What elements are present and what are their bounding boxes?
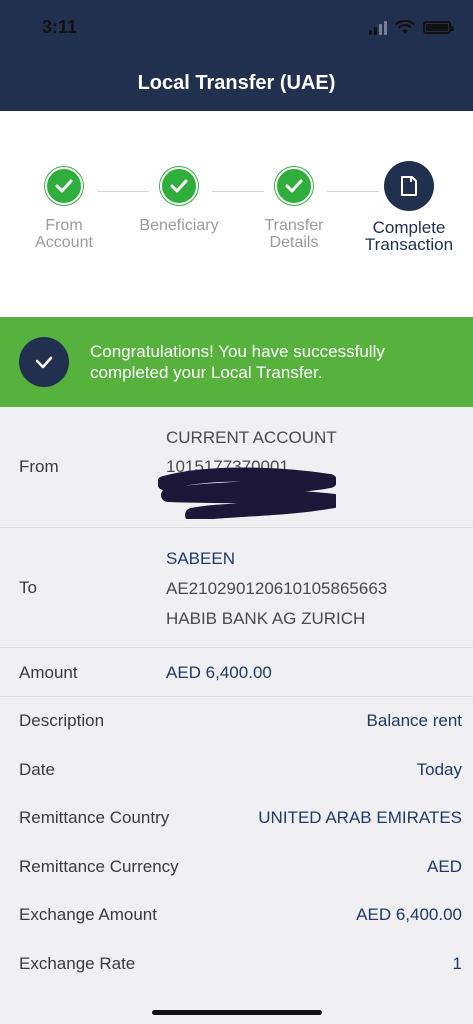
beneficiary-iban: AE210290120610105865663 bbox=[166, 579, 388, 598]
success-message: Congratulations! You have successfully c… bbox=[90, 342, 385, 382]
field-value: Balance rent bbox=[366, 711, 462, 730]
step-label: From Account bbox=[35, 217, 93, 251]
check-icon bbox=[19, 337, 69, 387]
progress-stepper: From Account Beneficiary Transfer Details … bbox=[0, 111, 473, 317]
description-row: Description Balance rent bbox=[0, 697, 473, 745]
transaction-details: From CURRENT ACCOUNT 1015177370001 To SA… bbox=[0, 407, 473, 973]
check-icon bbox=[160, 167, 198, 205]
remittance-country-row: Remittance Country UNITED ARAB EMIRATES bbox=[0, 794, 473, 842]
step-transfer-details: Transfer Details bbox=[229, 167, 359, 251]
field-value: AED bbox=[427, 857, 462, 876]
battery-icon bbox=[423, 21, 454, 34]
field-label: Remittance Country bbox=[19, 808, 170, 827]
status-time: 3:11 bbox=[42, 17, 78, 37]
check-icon bbox=[275, 167, 313, 205]
beneficiary-name: SABEEN bbox=[166, 549, 235, 568]
field-label: Remittance Currency bbox=[19, 857, 179, 876]
app-header: 3:11 Local Transfer (UAE) bbox=[0, 0, 473, 111]
field-label: Exchange Amount bbox=[19, 905, 157, 924]
redaction-scribble bbox=[158, 467, 336, 519]
from-row: From CURRENT ACCOUNT 1015177370001 bbox=[0, 407, 473, 528]
remittance-currency-row: Remittance Currency AED bbox=[0, 843, 473, 891]
exchange-rate-row: Exchange Rate 1 bbox=[0, 940, 473, 988]
date-row: Date Today bbox=[0, 746, 473, 794]
account-type: CURRENT ACCOUNT bbox=[166, 428, 337, 447]
field-value: 1 bbox=[452, 954, 462, 973]
cellular-signal-icon bbox=[369, 20, 387, 35]
field-value: Today bbox=[416, 760, 462, 779]
field-label: Exchange Rate bbox=[19, 954, 136, 973]
to-values: SABEEN AE210290120610105865663 HABIB BAN… bbox=[166, 544, 387, 634]
beneficiary-bank: HABIB BANK AG ZURICH bbox=[166, 609, 366, 628]
status-icons bbox=[369, 20, 454, 35]
to-label: To bbox=[19, 578, 37, 597]
from-label: From bbox=[19, 457, 59, 476]
step-complete-transaction: Complete Transaction bbox=[344, 161, 473, 254]
field-value: UNITED ARAB EMIRATES bbox=[258, 808, 462, 827]
amount-label: Amount bbox=[19, 663, 78, 682]
field-label: Description bbox=[19, 711, 105, 730]
to-row: To SABEEN AE210290120610105865663 HABIB … bbox=[0, 528, 473, 648]
step-label: Beneficiary bbox=[139, 217, 219, 234]
step-label: Transfer Details bbox=[264, 217, 324, 251]
wifi-icon bbox=[395, 20, 415, 34]
document-icon bbox=[384, 161, 434, 211]
check-icon bbox=[45, 167, 83, 205]
amount-row: Amount AED 6,400.00 bbox=[0, 648, 473, 697]
step-from-account: From Account bbox=[0, 167, 129, 251]
step-label: Complete Transaction bbox=[364, 218, 454, 254]
success-banner: Congratulations! You have successfully c… bbox=[0, 317, 473, 407]
home-indicator[interactable] bbox=[152, 1010, 322, 1015]
page-title: Local Transfer (UAE) bbox=[137, 72, 336, 94]
amount-value: AED 6,400.00 bbox=[166, 663, 272, 682]
exchange-amount-row: Exchange Amount AED 6,400.00 bbox=[0, 891, 473, 939]
field-label: Date bbox=[19, 760, 55, 779]
step-beneficiary: Beneficiary bbox=[114, 167, 244, 234]
field-value: AED 6,400.00 bbox=[356, 905, 462, 924]
